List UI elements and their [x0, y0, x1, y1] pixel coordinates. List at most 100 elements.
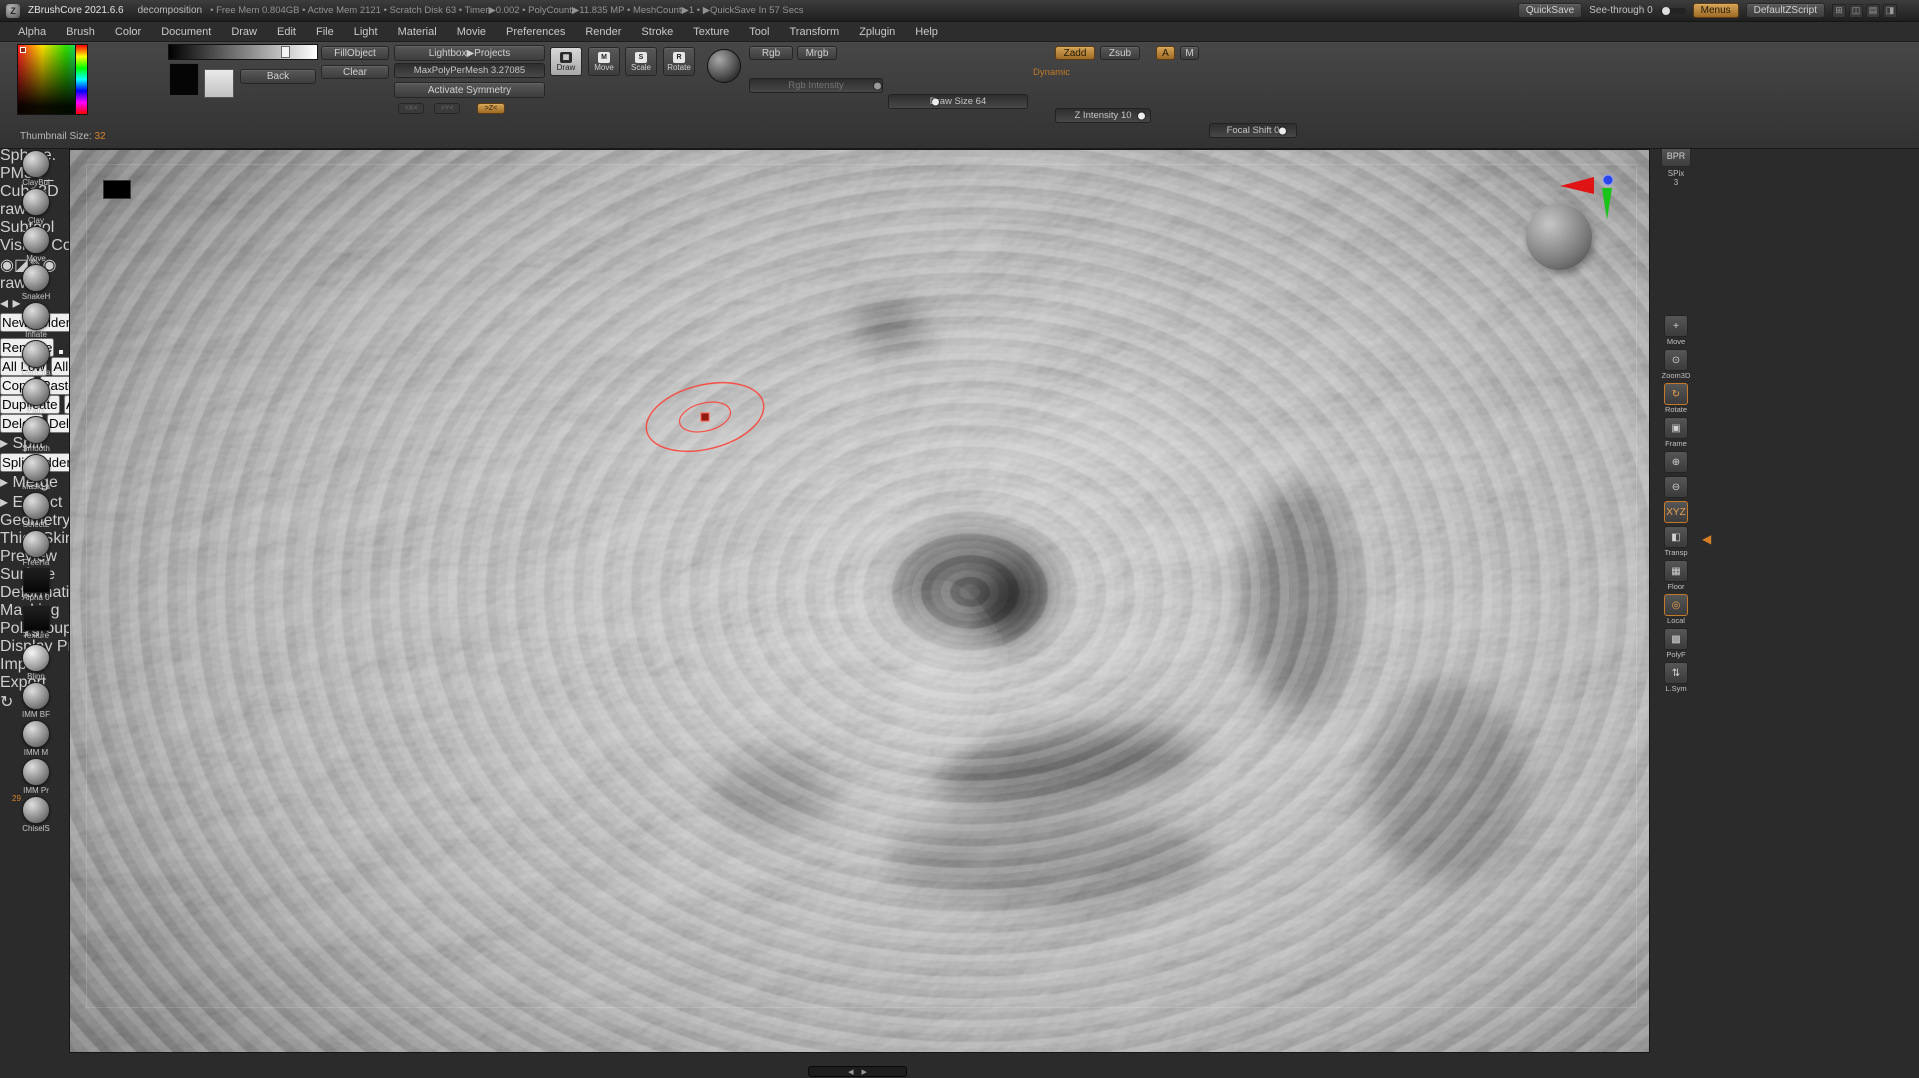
rotate-viewport-icon[interactable]: ↻ — [1664, 383, 1688, 405]
material-quick-button[interactable]: M — [1180, 46, 1199, 60]
dock-item[interactable]: Blinn — [9, 644, 63, 682]
maxpoly-slider[interactable]: MaxPolyPerMesh 3.27085 — [394, 63, 545, 78]
menu-item[interactable]: Transform — [789, 26, 839, 38]
gradient-ramp[interactable] — [168, 44, 318, 60]
menu-item[interactable]: Render — [585, 26, 621, 38]
ramp-marker[interactable] — [281, 46, 290, 58]
nav-button[interactable]: ⊙ Zoom3D — [1661, 349, 1691, 380]
zsub-button[interactable]: Zsub — [1100, 46, 1140, 60]
rgb-button[interactable]: Rgb — [749, 46, 793, 60]
see-through-slider[interactable] — [1660, 8, 1686, 14]
nav-button[interactable]: ▣ Frame — [1661, 417, 1691, 448]
draw-size-slider[interactable]: Draw Size 64 — [888, 94, 1028, 109]
fill-object-button[interactable]: FillObject — [321, 46, 389, 60]
menu-item[interactable]: Color — [115, 26, 141, 38]
nav-button[interactable]: ▩ PolyF — [1661, 628, 1691, 659]
shade-icon[interactable]: ◨ — [1883, 4, 1897, 18]
panes-icon[interactable]: ⊞ — [1832, 4, 1846, 18]
dock-item[interactable]: SelectL — [9, 492, 63, 530]
floor-grid-icon[interactable]: ▦ — [1664, 560, 1688, 582]
dock-item[interactable]: Smooth — [9, 416, 63, 454]
dynamic-mode-label[interactable]: Dynamic — [1033, 67, 1070, 78]
quicksave-button[interactable]: QuickSave — [1518, 3, 1582, 18]
zadd-button[interactable]: Zadd — [1055, 46, 1095, 60]
transparency-icon[interactable]: ◧ — [1664, 526, 1688, 548]
nav-button[interactable]: ⇅ L.Sym — [1661, 662, 1691, 693]
default-zscript-button[interactable]: DefaultZScript — [1746, 3, 1825, 18]
menu-item[interactable]: Brush — [66, 26, 95, 38]
dock-item[interactable]: Inflate — [9, 302, 63, 340]
viewport-canvas[interactable] — [69, 149, 1650, 1053]
hue-bar[interactable] — [75, 45, 87, 114]
focal-shift-slider[interactable]: Focal Shift 0 — [1209, 123, 1297, 138]
menu-item[interactable]: Document — [161, 26, 211, 38]
tray-divider-arrow-icon[interactable]: ◀ — [1702, 532, 1711, 546]
menu-item[interactable]: Stroke — [641, 26, 673, 38]
dock-item[interactable]: MaskLa — [9, 454, 63, 492]
split-view-icon[interactable]: ◫ — [1849, 4, 1863, 18]
canvas-scrollbar[interactable]: ◀ ▶ — [808, 1066, 907, 1077]
local-transform-icon[interactable]: ◎ — [1664, 594, 1688, 616]
rgb-intensity-slider[interactable]: Rgb Intensity — [749, 78, 883, 93]
z-intensity-slider[interactable]: Z Intensity 10 — [1055, 108, 1151, 123]
dock-item[interactable]: 29 ChiselS — [9, 796, 63, 834]
menu-item[interactable]: Draw — [231, 26, 257, 38]
symmetry-z-button[interactable]: >Z< — [477, 103, 505, 114]
polyframe-icon[interactable]: ▩ — [1664, 628, 1688, 650]
menu-item[interactable]: Help — [915, 26, 938, 38]
symmetry-x-button[interactable]: >X< — [398, 103, 424, 114]
nav-button[interactable]: ◎ Local — [1661, 594, 1691, 625]
axis-gizmo[interactable] — [1558, 168, 1622, 232]
nav-button[interactable]: + Move — [1661, 315, 1691, 346]
menu-item[interactable]: Alpha — [18, 26, 46, 38]
zoom3d-icon[interactable]: ⊙ — [1664, 349, 1688, 371]
menu-item[interactable]: Movie — [457, 26, 486, 38]
xyz-axis-icon[interactable]: XYZ — [1664, 501, 1688, 523]
menu-item[interactable]: Material — [398, 26, 437, 38]
menu-item[interactable]: Zplugin — [859, 26, 895, 38]
activate-symmetry-button[interactable]: Activate Symmetry — [394, 82, 545, 98]
dock-item[interactable]: Alpha 0 — [9, 568, 63, 606]
main-color-swatch[interactable] — [169, 63, 199, 96]
nav-button[interactable]: ↻ Rotate — [1661, 383, 1691, 414]
menu-item[interactable]: Tool — [749, 26, 769, 38]
dock-item[interactable]: IMM BF — [9, 682, 63, 720]
dock-item[interactable]: ClayBui — [9, 150, 63, 188]
dock-item[interactable]: SnakeH — [9, 264, 63, 302]
dock-item[interactable]: Texture — [9, 606, 63, 644]
dock-item[interactable]: FreeHa — [9, 530, 63, 568]
zoom-out-icon[interactable]: ⊖ — [1664, 476, 1688, 498]
dock-item[interactable]: DamSta — [9, 340, 63, 378]
clear-button[interactable]: Clear — [321, 65, 389, 79]
alt-color-swatch[interactable] — [204, 69, 234, 98]
dock-item[interactable]: Paint — [9, 378, 63, 416]
move-viewport-icon[interactable]: + — [1664, 315, 1688, 337]
scroll-left-icon[interactable]: ◀ — [848, 1068, 853, 1076]
mrgb-button[interactable]: Mrgb — [797, 46, 837, 60]
nav-button[interactable]: ▦ Floor — [1661, 560, 1691, 591]
dock-item[interactable]: IMM M — [9, 720, 63, 758]
current-material-thumbnail[interactable] — [707, 49, 741, 83]
zoom-in-icon[interactable]: ⊕ — [1664, 451, 1688, 473]
move-mode-button[interactable]: M Move — [588, 47, 620, 76]
menu-item[interactable]: Light — [354, 26, 378, 38]
nav-button[interactable]: ⊕ — [1661, 451, 1691, 473]
menu-item[interactable]: Texture — [693, 26, 729, 38]
rotate-mode-button[interactable]: R Rotate — [663, 47, 695, 76]
scale-mode-button[interactable]: S Scale — [625, 47, 657, 76]
nav-button[interactable]: XYZ — [1661, 501, 1691, 523]
slider-handle[interactable] — [1662, 7, 1670, 15]
menu-item[interactable]: Preferences — [506, 26, 565, 38]
menus-button[interactable]: Menus — [1693, 3, 1739, 18]
color-picker[interactable] — [17, 44, 88, 115]
lightbox-projects-button[interactable]: Lightbox▶Projects — [394, 45, 545, 61]
dock-item[interactable]: IMM Pr — [9, 758, 63, 796]
symmetry-y-button[interactable]: >Y< — [434, 103, 460, 114]
nav-button[interactable]: ◧ Transp — [1661, 526, 1691, 557]
draw-mode-button[interactable]: ▦ Draw — [550, 47, 582, 76]
menu-item[interactable]: File — [316, 26, 334, 38]
nav-button[interactable]: ⊖ — [1661, 476, 1691, 498]
menu-item[interactable]: Edit — [277, 26, 296, 38]
alpha-quick-button[interactable]: A — [1156, 46, 1175, 60]
scroll-right-icon[interactable]: ▶ — [862, 1068, 867, 1076]
